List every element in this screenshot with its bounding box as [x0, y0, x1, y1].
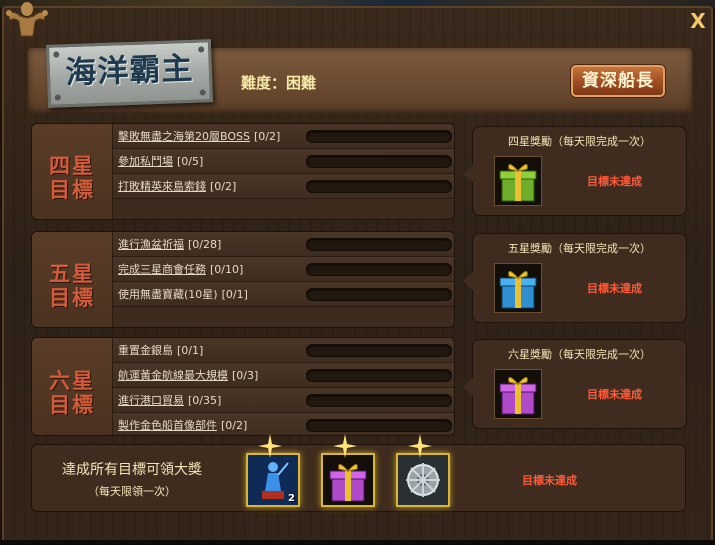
- bolt-icon: [54, 94, 61, 101]
- progress-bar: [306, 180, 452, 193]
- grand-prize-title: 達成所有目標可領大獎: [62, 462, 202, 478]
- task-text: 重置金銀島 [0/1]: [118, 342, 203, 358]
- six-star-reward-panel: 六星獎勵（每天限完成一次） 目標未達成: [463, 339, 687, 429]
- task-count: [0/2]: [253, 130, 281, 143]
- purple-gift-box-icon: [499, 377, 537, 415]
- progress-bar: [306, 155, 452, 168]
- task-text: 完成三星商會任務 [0/10]: [118, 261, 243, 277]
- task-text: 參加私鬥場 [0/5]: [118, 153, 203, 169]
- task-count: [0/3]: [232, 369, 259, 382]
- sparkle-icon: [258, 434, 282, 458]
- bolt-icon: [199, 89, 206, 96]
- grand-prize-slot[interactable]: [321, 453, 375, 507]
- reward-slot[interactable]: [494, 263, 542, 313]
- task-row: 參加私鬥場 [0/5]: [113, 149, 454, 174]
- task-link[interactable]: 打敗精英來島索錢: [118, 180, 206, 193]
- task-row: 打敗精英來島索錢 [0/2]: [113, 174, 454, 199]
- task-count: [0/10]: [210, 263, 244, 276]
- four-star-reward-panel: 四星獎勵（每天限完成一次） 目標未達成: [463, 126, 687, 216]
- task-count: [0/28]: [188, 238, 222, 251]
- four-star-section: 四星 目標 擊敗無盡之海第20層BOSS [0/2] 參加私鬥場 [0/5] 打敗精…: [31, 123, 455, 220]
- reward-status: 目標未達成: [587, 175, 642, 188]
- task-count: [0/35]: [188, 394, 222, 407]
- rank-button[interactable]: 資深船長: [571, 65, 665, 97]
- reward-title: 四星獎勵（每天限完成一次）: [508, 135, 651, 148]
- task-row: 使用無盡寶藏(10星) [0/1]: [113, 282, 454, 307]
- progress-bar: [306, 288, 452, 301]
- six-star-section: 六星 目標 重置金銀島 [0/1] 航運黃金航線最大規模 [0/3] 進行港口貿易 […: [31, 337, 455, 436]
- progress-bar: [306, 369, 452, 382]
- reward-title: 六星獎勵（每天限完成一次）: [508, 348, 651, 361]
- task-link[interactable]: 參加私鬥場: [118, 155, 173, 168]
- progress-bar: [306, 263, 452, 276]
- item-quantity: 2: [288, 493, 295, 504]
- close-button[interactable]: X: [688, 10, 708, 32]
- task-text: 打敗精英來島索錢 [0/2]: [118, 178, 236, 194]
- task-label: 使用無盡寶藏(10星): [118, 288, 218, 301]
- task-row: 航運黃金航線最大規模 [0/3]: [113, 363, 454, 388]
- grand-prize-slot[interactable]: [396, 453, 450, 507]
- four-star-label: 四星 目標: [32, 124, 113, 219]
- task-count: [0/5]: [177, 155, 204, 168]
- task-link[interactable]: 航運黃金航線最大規模: [118, 369, 228, 382]
- reward-slot[interactable]: [494, 369, 542, 419]
- task-text: 進行漁盆祈福 [0/28]: [118, 236, 221, 252]
- reward-status: 目標未達成: [587, 282, 642, 295]
- bottom-edge: [0, 540, 715, 545]
- purple-gift-box-icon: [329, 464, 367, 502]
- task-link[interactable]: 完成三星商會任務: [118, 263, 206, 276]
- green-gift-box-icon: [499, 164, 537, 202]
- reward-slot[interactable]: [494, 156, 542, 206]
- task-row: 擊敗無盡之海第20層BOSS [0/2]: [113, 124, 454, 149]
- task-text: 進行港口貿易 [0/35]: [118, 392, 221, 408]
- grand-prize-slot[interactable]: 2: [246, 453, 300, 507]
- sparkle-icon: [333, 434, 357, 458]
- task-row: 進行漁盆祈福 [0/28]: [113, 232, 454, 257]
- five-star-section: 五星 目標 進行漁盆祈福 [0/28] 完成三星商會任務 [0/10] 使用無盡寶藏…: [31, 231, 455, 328]
- task-text: 使用無盡寶藏(10星) [0/1]: [118, 286, 248, 302]
- title-plate: 海洋霸主: [45, 39, 214, 108]
- blue-gift-box-icon: [499, 271, 537, 309]
- task-count: [0/1]: [221, 288, 248, 301]
- progress-bar: [306, 344, 452, 357]
- progress-bar: [306, 238, 452, 251]
- five-star-label: 五星 目標: [32, 232, 113, 327]
- task-row: 製作金色船首像部件 [0/2]: [113, 413, 454, 435]
- task-text: 航運黃金航線最大規模 [0/3]: [118, 367, 258, 383]
- task-count: [0/1]: [177, 344, 204, 357]
- progress-bar: [306, 419, 452, 432]
- reward-title: 五星獎勵（每天限完成一次）: [508, 242, 651, 255]
- task-row: 重置金銀島 [0/1]: [113, 338, 454, 363]
- grand-prize-panel: 達成所有目標可領大獎 （每天限領一次） 2 目標未達成: [31, 444, 686, 512]
- task-text: 擊敗無盡之海第20層BOSS [0/2]: [118, 128, 280, 144]
- progress-bar: [306, 394, 452, 407]
- task-label: 重置金銀島: [118, 344, 173, 357]
- task-text: 製作金色船首像部件 [0/2]: [118, 417, 247, 433]
- task-link[interactable]: 製作金色船首像部件: [118, 419, 217, 432]
- task-count: [0/2]: [210, 180, 237, 193]
- section-label-line2: 目標: [49, 392, 95, 417]
- grand-prize-status: 目標未達成: [522, 474, 577, 487]
- grand-prize-limit: （每天限領一次）: [88, 485, 176, 498]
- section-label-line2: 目標: [49, 177, 95, 202]
- difficulty-label: 難度：困難: [241, 74, 317, 92]
- five-star-reward-panel: 五星獎勵（每天限完成一次） 目標未達成: [463, 233, 687, 323]
- task-link[interactable]: 擊敗無盡之海第20層BOSS: [118, 130, 250, 143]
- task-link[interactable]: 進行漁盆祈福: [118, 238, 184, 251]
- task-count: [0/2]: [221, 419, 248, 432]
- task-row: 完成三星商會任務 [0/10]: [113, 257, 454, 282]
- six-star-label: 六星 目標: [32, 338, 113, 435]
- task-row: 進行港口貿易 [0/35]: [113, 388, 454, 413]
- sparkle-icon: [408, 434, 432, 458]
- task-link[interactable]: 進行港口貿易: [118, 394, 184, 407]
- strongman-emblem-icon: [6, 2, 48, 37]
- section-label-line2: 目標: [49, 285, 95, 310]
- silver-ship-wheel-icon: [398, 455, 448, 505]
- page-title: 海洋霸主: [64, 50, 195, 92]
- reward-status: 目標未達成: [587, 388, 642, 401]
- progress-bar: [306, 130, 452, 143]
